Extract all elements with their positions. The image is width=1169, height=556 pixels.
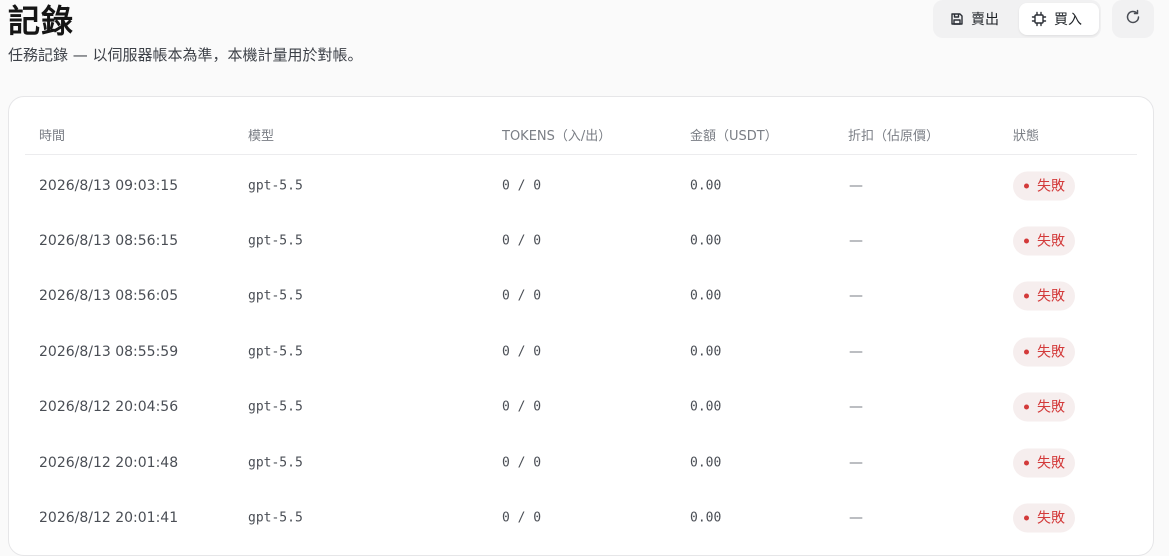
amount-cell: 0.00 xyxy=(690,510,722,525)
refresh-button[interactable] xyxy=(1112,0,1154,38)
mode-toggle: 賣出 買入 xyxy=(933,0,1101,38)
refresh-icon xyxy=(1125,9,1141,29)
status-badge: 失敗 xyxy=(1013,503,1075,532)
table-row[interactable]: 2026/8/12 20:04:56 gpt-5.5 0 / 0 0.00 — … xyxy=(25,379,1137,434)
status-badge: 失敗 xyxy=(1013,226,1075,255)
header-model[interactable]: 模型 xyxy=(248,125,274,144)
table-row[interactable]: 2026/8/13 08:56:15 gpt-5.5 0 / 0 0.00 — … xyxy=(25,213,1137,268)
tokens-cell: 0 / 0 xyxy=(502,510,542,525)
status-label: 失敗 xyxy=(1037,344,1065,361)
time-cell: 2026/8/12 20:01:41 xyxy=(39,509,179,526)
discount-cell: — xyxy=(849,509,863,526)
buy-label: 買入 xyxy=(1054,12,1082,28)
chip-icon xyxy=(1031,11,1047,27)
discount-cell: — xyxy=(849,454,863,471)
status-label: 失敗 xyxy=(1037,288,1065,305)
header-tokens[interactable]: TOKENS（入/出） xyxy=(502,125,611,144)
table-row[interactable]: 2026/8/13 09:03:15 gpt-5.5 0 / 0 0.00 — … xyxy=(25,158,1137,213)
save-icon xyxy=(950,12,964,26)
status-dot-icon xyxy=(1024,460,1029,465)
header-discount[interactable]: 折扣（佔原價） xyxy=(848,125,939,144)
status-dot-icon xyxy=(1024,404,1029,409)
amount-cell: 0.00 xyxy=(690,455,722,470)
table-row[interactable]: 2026/8/13 08:56:05 gpt-5.5 0 / 0 0.00 — … xyxy=(25,268,1137,323)
page-subtitle: 任務記錄 — 以伺服器帳本為準，本機計量用於對帳。 xyxy=(8,46,363,64)
status-badge: 失敗 xyxy=(1013,281,1075,310)
model-cell: gpt-5.5 xyxy=(248,233,303,248)
sell-label: 賣出 xyxy=(971,12,999,28)
tokens-cell: 0 / 0 xyxy=(502,399,542,414)
discount-cell: — xyxy=(849,287,863,304)
time-cell: 2026/8/13 08:55:59 xyxy=(39,343,179,360)
status-badge: 失敗 xyxy=(1013,448,1075,477)
status-badge: 失敗 xyxy=(1013,171,1075,200)
status-dot-icon xyxy=(1024,183,1029,188)
model-cell: gpt-5.5 xyxy=(248,455,303,470)
table-row[interactable]: 2026/8/12 20:01:41 gpt-5.5 0 / 0 0.00 — … xyxy=(25,490,1137,545)
status-label: 失敗 xyxy=(1037,399,1065,416)
sell-button[interactable]: 賣出 xyxy=(941,3,1021,35)
header-status[interactable]: 狀態 xyxy=(1013,125,1039,144)
tokens-cell: 0 / 0 xyxy=(502,288,542,303)
status-badge: 失敗 xyxy=(1013,337,1075,366)
status-label: 失敗 xyxy=(1037,178,1065,195)
tokens-cell: 0 / 0 xyxy=(502,344,542,359)
model-cell: gpt-5.5 xyxy=(248,344,303,359)
model-cell: gpt-5.5 xyxy=(248,510,303,525)
discount-cell: — xyxy=(849,232,863,249)
table-header: 時間 模型 TOKENS（入/出） 金額（USDT） 折扣（佔原價） 狀態 xyxy=(25,117,1137,155)
tokens-cell: 0 / 0 xyxy=(502,455,542,470)
records-card: 時間 模型 TOKENS（入/出） 金額（USDT） 折扣（佔原價） 狀態 20… xyxy=(8,96,1154,556)
time-cell: 2026/8/13 08:56:15 xyxy=(39,232,179,249)
time-cell: 2026/8/13 09:03:15 xyxy=(39,177,179,194)
time-cell: 2026/8/12 20:01:48 xyxy=(39,454,179,471)
header-time[interactable]: 時間 xyxy=(39,125,65,144)
status-dot-icon xyxy=(1024,515,1029,520)
amount-cell: 0.00 xyxy=(690,288,722,303)
table-row[interactable]: 2026/8/12 20:01:48 gpt-5.5 0 / 0 0.00 — … xyxy=(25,435,1137,490)
discount-cell: — xyxy=(849,177,863,194)
table-row[interactable]: 2026/8/13 08:55:59 gpt-5.5 0 / 0 0.00 — … xyxy=(25,324,1137,379)
status-badge: 失敗 xyxy=(1013,392,1075,421)
time-cell: 2026/8/12 20:04:56 xyxy=(39,398,179,415)
status-label: 失敗 xyxy=(1037,233,1065,250)
model-cell: gpt-5.5 xyxy=(248,288,303,303)
tokens-cell: 0 / 0 xyxy=(502,178,542,193)
status-label: 失敗 xyxy=(1037,455,1065,472)
amount-cell: 0.00 xyxy=(690,344,722,359)
discount-cell: — xyxy=(849,343,863,360)
header-amount[interactable]: 金額（USDT） xyxy=(690,125,778,144)
status-dot-icon xyxy=(1024,349,1029,354)
model-cell: gpt-5.5 xyxy=(248,399,303,414)
amount-cell: 0.00 xyxy=(690,233,722,248)
time-cell: 2026/8/13 08:56:05 xyxy=(39,287,179,304)
status-dot-icon xyxy=(1024,238,1029,243)
buy-button[interactable]: 買入 xyxy=(1019,3,1099,35)
amount-cell: 0.00 xyxy=(690,399,722,414)
status-dot-icon xyxy=(1024,293,1029,298)
amount-cell: 0.00 xyxy=(690,178,722,193)
tokens-cell: 0 / 0 xyxy=(502,233,542,248)
model-cell: gpt-5.5 xyxy=(248,178,303,193)
page-title: 記錄 xyxy=(8,2,75,40)
discount-cell: — xyxy=(849,398,863,415)
